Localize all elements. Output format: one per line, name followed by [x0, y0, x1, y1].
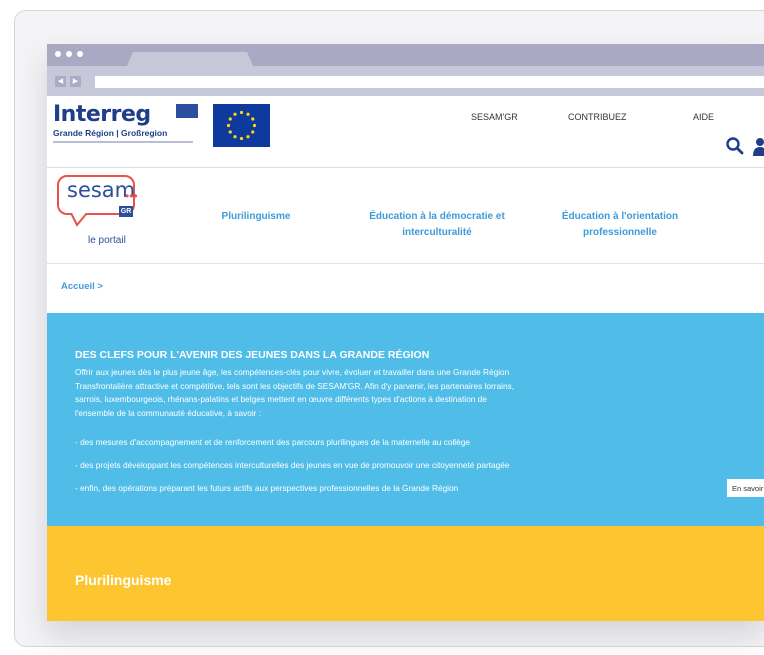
intro-line: Transfrontalière attractive et compétiti… [75, 380, 515, 391]
window-dot-close[interactable] [55, 51, 61, 57]
section-title: Plurilinguisme [75, 572, 172, 588]
window-dot-maximize[interactable] [77, 51, 83, 57]
eu-star [251, 117, 255, 121]
address-bar[interactable] [95, 76, 764, 88]
site-header: Interreg Grande Région | Großregion SESA… [47, 96, 764, 168]
learn-more-button[interactable]: En savoir plus [727, 479, 764, 497]
browser-tab[interactable] [127, 52, 253, 66]
eu-star [246, 112, 250, 116]
intro-section: DES CLEFS POUR L'AVENIR DES JEUNES DANS … [47, 313, 764, 526]
intro-body: Offrir aux jeunes dès le plus jeune âge,… [75, 366, 613, 420]
eu-star [246, 135, 250, 139]
eu-flag-icon [213, 104, 270, 147]
eu-star [239, 136, 244, 141]
breadcrumb-bar: Accueil > [47, 265, 764, 313]
search-icon[interactable] [725, 136, 745, 156]
browser-titlebar [47, 44, 764, 66]
main-navigation: sesam ••• GR le portail Plurilinguisme É… [47, 169, 764, 264]
chevron-left-icon: ◀ [57, 78, 64, 85]
eu-star [226, 123, 231, 128]
nav-item-democratie[interactable]: Éducation à la démocratie et intercultur… [352, 209, 522, 241]
nav-item-orientation[interactable]: Éducation à l'orientation professionnell… [545, 209, 695, 241]
window-controls [55, 51, 83, 57]
sesam-logo-tagline: le portail [88, 235, 126, 246]
breadcrumb-home[interactable]: Accueil > [61, 281, 103, 292]
nav-item-label: Éducation à la démocratie et [369, 211, 505, 222]
sesam-logo[interactable]: sesam ••• GR le portail [57, 175, 147, 255]
top-link-contribuez[interactable]: CONTRIBUEZ [568, 112, 627, 122]
plurilinguisme-section: Plurilinguisme [47, 526, 764, 621]
browser-toolbar: ◀ ▶ [47, 66, 764, 96]
interreg-logo-fineprint [53, 141, 193, 143]
chevron-right-icon: ▶ [72, 78, 79, 85]
nav-item-label: Éducation à l'orientation [561, 211, 679, 222]
mini-eu-flag-icon [176, 104, 198, 118]
interreg-logo-subtitle: Grande Région | Großregion [53, 128, 168, 138]
intro-title: DES CLEFS POUR L'AVENIR DES JEUNES DANS … [75, 349, 430, 361]
nav-item-label-line2: professionnelle [583, 227, 657, 238]
forward-button[interactable]: ▶ [70, 76, 81, 87]
back-button[interactable]: ◀ [55, 76, 66, 87]
intro-line: l'ensemble de la communauté éducative, à… [75, 407, 262, 418]
user-icon[interactable] [753, 136, 764, 156]
eu-star [251, 130, 255, 134]
nav-item-label: Plurilinguisme [221, 211, 291, 222]
intro-line: Offrir aux jeunes dès le plus jeune âge,… [75, 367, 510, 377]
intro-bullet: - des mesures d'accompagnement et de ren… [75, 437, 470, 447]
top-link-sesamgr[interactable]: SESAM'GR [471, 112, 518, 122]
window-dot-minimize[interactable] [66, 51, 72, 57]
eu-star [233, 112, 237, 116]
eu-star [239, 110, 244, 115]
nav-item-label-line2: interculturalité [402, 227, 472, 238]
sesam-logo-dots: ••• [125, 189, 138, 203]
intro-line: sarrois, luxembourgeois, rhénans-palatin… [75, 394, 487, 405]
sesam-logo-badge: GR [119, 206, 133, 217]
intro-bullet: - enfin, des opérations préparant les fu… [75, 483, 459, 493]
eu-star [228, 130, 232, 134]
nav-item-plurilinguisme[interactable]: Plurilinguisme [211, 209, 301, 225]
browser-window: ◀ ▶ Interreg Grande Région | Großregion … [47, 44, 764, 621]
eu-star [228, 117, 232, 121]
top-link-aide[interactable]: AIDE [693, 112, 714, 122]
sesam-logo-tail [70, 213, 88, 227]
eu-star [252, 123, 257, 128]
intro-bullet: - des projets développant les compétence… [75, 460, 510, 470]
eu-star [233, 135, 237, 139]
